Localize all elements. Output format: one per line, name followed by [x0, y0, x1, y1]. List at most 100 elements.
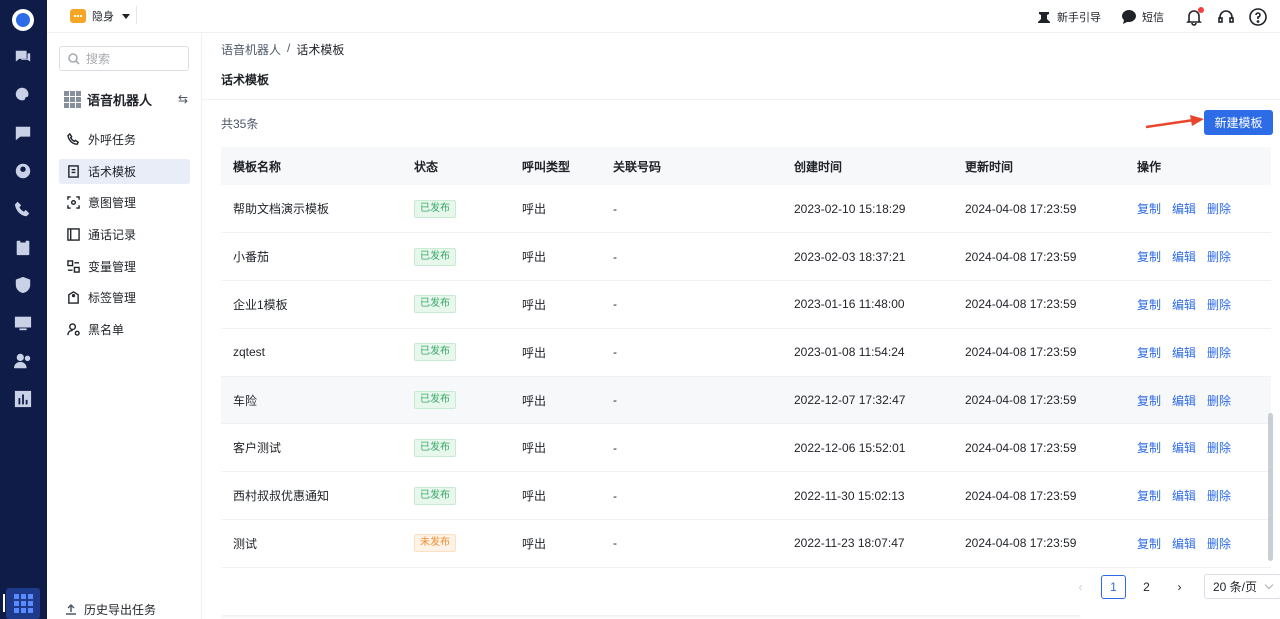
call-type-cell: 呼出 — [510, 232, 601, 282]
delete-link[interactable]: 删除 — [1207, 394, 1231, 408]
status-selector[interactable]: 隐身 — [70, 6, 137, 24]
updated-time-cell: 2024-04-08 17:23:59 — [953, 423, 1125, 473]
edit-link[interactable]: 编辑 — [1172, 250, 1196, 264]
table-row: 企业1模板 已发布 呼出 -2023-01-16 11:48:00 2024-04-08… — [221, 280, 1271, 329]
status-badge: 已发布 — [414, 438, 456, 457]
chat-icon[interactable] — [13, 47, 33, 67]
app-rail — [0, 0, 47, 619]
shield-icon[interactable] — [13, 275, 33, 295]
delete-link[interactable]: 删除 — [1207, 250, 1231, 264]
call-type-cell: 呼出 — [510, 280, 601, 329]
copy-link[interactable]: 复制 — [1137, 298, 1161, 312]
actions-cell: 复制 编辑 删除 — [1125, 185, 1271, 234]
upload-icon — [66, 603, 76, 615]
sidebar-item-tag[interactable]: 标签管理 — [59, 285, 190, 310]
support-icon[interactable] — [13, 85, 33, 105]
created-time-cell: 2022-11-30 15:02:13 — [782, 471, 953, 521]
new-template-button[interactable]: 新建模板 — [1204, 110, 1273, 135]
copy-link[interactable]: 复制 — [1137, 250, 1161, 264]
sidebar-item-label: 变量管理 — [88, 259, 137, 274]
copy-link[interactable]: 复制 — [1137, 489, 1161, 503]
sidebar-item-script-template[interactable]: 话术模板 — [59, 158, 190, 184]
edit-link[interactable]: 编辑 — [1172, 298, 1196, 312]
actions-cell: 复制 编辑 删除 — [1125, 519, 1271, 568]
template-name-cell: 小番茄 — [221, 232, 402, 282]
status-badge: 已发布 — [414, 295, 456, 314]
page-button-2[interactable]: 2 — [1134, 575, 1159, 599]
monitor-icon[interactable] — [13, 313, 33, 333]
header-actions: 新手引导 短信 — [1036, 0, 1280, 33]
app-logo[interactable] — [12, 9, 34, 31]
table-row: 帮助文档演示模板 已发布 呼出 -2023-02-10 15:18:29 2024-04… — [221, 185, 1271, 234]
sidebar-item-intent[interactable]: 意图管理 — [59, 190, 190, 215]
edit-link[interactable]: 编辑 — [1172, 202, 1196, 216]
sidebar-item-call-record[interactable]: 通话记录 — [59, 222, 190, 247]
delete-link[interactable]: 删除 — [1207, 298, 1231, 312]
actions-cell: 复制 编辑 删除 — [1125, 328, 1271, 377]
template-name-cell: 帮助文档演示模板 — [221, 185, 402, 234]
message-icon[interactable] — [13, 123, 33, 143]
edit-link[interactable]: 编辑 — [1172, 441, 1196, 455]
page-size-select[interactable]: 20 条/页 — [1204, 574, 1280, 599]
column-header: 更新时间 — [953, 147, 1125, 185]
guide-link[interactable]: 新手引导 — [1036, 9, 1101, 25]
module-header: 语音机器人 ⇆ — [64, 89, 188, 109]
edit-link[interactable]: 编辑 — [1172, 394, 1196, 408]
chevron-down-icon — [1264, 580, 1274, 590]
actions-cell: 复制 编辑 删除 — [1125, 376, 1271, 425]
created-time-cell: 2023-01-16 11:48:00 — [782, 280, 953, 329]
sidebar-item-blacklist[interactable]: 黑名单 — [59, 317, 190, 342]
updated-time-cell: 2024-04-08 17:23:59 — [953, 376, 1125, 425]
copy-link[interactable]: 复制 — [1137, 394, 1161, 408]
caret-down-icon — [122, 13, 130, 19]
delete-link[interactable]: 删除 — [1207, 537, 1231, 551]
template-name-cell: 车险 — [221, 376, 402, 425]
sms-icon — [1122, 9, 1136, 24]
linked-number-cell: - — [601, 376, 782, 425]
table-scrollbar[interactable] — [1268, 413, 1273, 561]
edit-link[interactable]: 编辑 — [1172, 346, 1196, 360]
delete-link[interactable]: 删除 — [1207, 489, 1231, 503]
prev-page-icon[interactable]: ‹ — [1068, 575, 1093, 599]
delete-link[interactable]: 删除 — [1207, 441, 1231, 455]
copy-link[interactable]: 复制 — [1137, 346, 1161, 360]
delete-link[interactable]: 删除 — [1207, 202, 1231, 216]
call-type-cell: 呼出 — [510, 185, 601, 234]
sidebar-item-variable[interactable]: 变量管理 — [59, 254, 190, 279]
users-icon[interactable] — [13, 351, 33, 371]
chart-icon[interactable] — [13, 389, 33, 409]
pagination: ‹ 1 2 › 20 条/页 — [1068, 574, 1280, 599]
next-page-icon[interactable]: › — [1167, 575, 1192, 599]
table-header-row: 模板名称 状态 呼叫类型 关联号码 创建时间 更新时间 操作 — [221, 147, 1271, 185]
apps-grid-icon[interactable] — [3, 588, 40, 619]
guide-label: 新手引导 — [1057, 11, 1101, 24]
sms-link[interactable]: 短信 — [1121, 9, 1164, 25]
headset-icon[interactable] — [1216, 7, 1236, 27]
page-button-1[interactable]: 1 — [1101, 574, 1126, 599]
sidebar-search[interactable] — [59, 46, 189, 71]
copy-link[interactable]: 复制 — [1137, 441, 1161, 455]
sidebar-item-outbound-task[interactable]: 外呼任务 — [59, 127, 190, 152]
switch-icon[interactable]: ⇆ — [178, 92, 188, 106]
breadcrumb-parent[interactable]: 语音机器人 — [221, 41, 281, 58]
delete-link[interactable]: 删除 — [1207, 346, 1231, 360]
help-icon[interactable] — [1248, 7, 1268, 27]
bell-icon[interactable] — [1184, 6, 1204, 27]
clipboard-icon[interactable] — [13, 237, 33, 257]
updated-time-cell: 2024-04-08 17:23:59 — [953, 328, 1125, 377]
contact-icon[interactable] — [13, 161, 33, 181]
sidebar-item-label: 通话记录 — [88, 228, 137, 243]
copy-link[interactable]: 复制 — [1137, 537, 1161, 551]
column-header: 操作 — [1125, 147, 1271, 185]
phone-icon[interactable] — [13, 199, 33, 219]
search-input[interactable] — [86, 51, 176, 66]
actions-cell: 复制 编辑 删除 — [1125, 280, 1271, 329]
copy-link[interactable]: 复制 — [1137, 202, 1161, 216]
export-history-link[interactable]: 历史导出任务 — [65, 599, 156, 619]
edit-link[interactable]: 编辑 — [1172, 489, 1196, 503]
call-type-cell: 呼出 — [510, 471, 601, 521]
edit-link[interactable]: 编辑 — [1172, 537, 1196, 551]
scan-icon — [67, 196, 80, 210]
created-time-cell: 2023-02-03 18:37:21 — [782, 232, 953, 282]
column-header: 关联号码 — [601, 147, 782, 185]
